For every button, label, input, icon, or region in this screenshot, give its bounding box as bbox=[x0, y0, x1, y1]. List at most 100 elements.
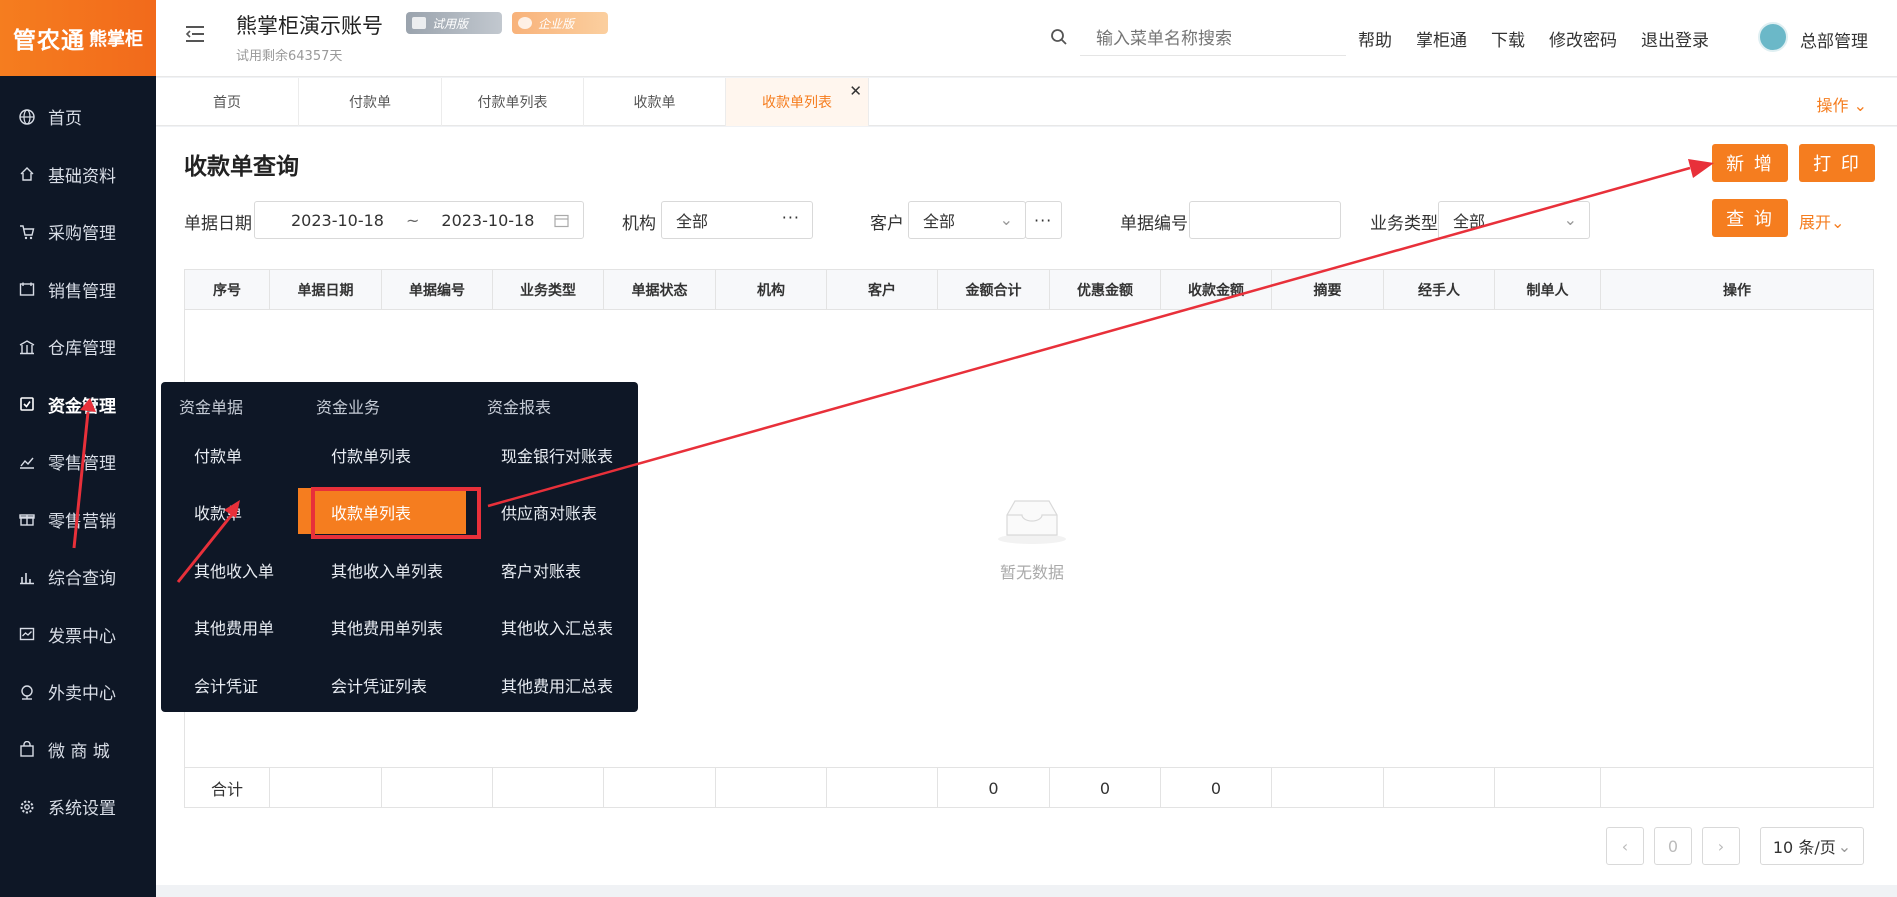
page-number[interactable]: 0 bbox=[1654, 827, 1692, 865]
table-header-cell[interactable]: 摘要 bbox=[1272, 270, 1384, 310]
menu-toggle-icon[interactable] bbox=[184, 24, 206, 44]
table-header-cell[interactable]: 收款金额 bbox=[1161, 270, 1272, 310]
customer-more-button[interactable]: ··· bbox=[1025, 201, 1062, 239]
table-header-cell[interactable]: 客户 bbox=[827, 270, 938, 310]
sidebar-item-marketing[interactable]: 零售营销 bbox=[0, 491, 156, 549]
menu-item-cash-bank-statement[interactable]: 现金银行对账表 bbox=[501, 443, 613, 467]
page-size-select[interactable]: 10 条/页 ⌄ bbox=[1760, 827, 1864, 865]
menu-item-receipt[interactable]: 收款单 bbox=[194, 500, 242, 524]
sidebar-item-settings[interactable]: 系统设置 bbox=[0, 778, 156, 836]
tab-operations[interactable]: 操作 ⌄ bbox=[1816, 92, 1867, 116]
sidebar-item-home[interactable]: 首页 bbox=[0, 88, 156, 146]
org-select[interactable]: 全部 ··· bbox=[661, 201, 813, 239]
enterprise-badge-label: 企业版 bbox=[538, 16, 575, 31]
menu-item-other-expense-summary[interactable]: 其他费用汇总表 bbox=[501, 673, 613, 697]
globe-icon bbox=[18, 108, 36, 126]
table-header-cell[interactable]: 经手人 bbox=[1384, 270, 1495, 310]
sidebar-item-sales[interactable]: 销售管理 bbox=[0, 261, 156, 319]
sidebar-item-basic-data[interactable]: 基础资料 bbox=[0, 146, 156, 204]
table-header-cell[interactable]: 单据状态 bbox=[604, 270, 716, 310]
menu-item-other-income-list[interactable]: 其他收入单列表 bbox=[331, 558, 443, 582]
top-header: 熊掌柜演示账号 试用版 企业版 试用剩余64357天 帮助 掌柜通 下载 修改密… bbox=[156, 0, 1897, 77]
account-name: 熊掌柜演示账号 bbox=[236, 14, 383, 38]
date-from[interactable]: 2023-10-18 bbox=[291, 211, 384, 230]
date-range-picker[interactable]: 2023-10-18 ~ 2023-10-18 bbox=[254, 201, 584, 239]
menu-item-receipt-list[interactable]: 收款单列表 bbox=[331, 500, 411, 524]
doc-no-input[interactable] bbox=[1189, 201, 1341, 239]
user-name[interactable]: 总部管理 bbox=[1800, 27, 1868, 52]
close-icon[interactable]: ✕ bbox=[849, 82, 862, 100]
sidebar-item-label: 微 商 城 bbox=[48, 741, 110, 762]
menu-item-customer-statement[interactable]: 客户对账表 bbox=[501, 558, 581, 582]
table-header-cell[interactable]: 制单人 bbox=[1495, 270, 1601, 310]
help-link[interactable]: 帮助 bbox=[1358, 26, 1392, 51]
change-password-link[interactable]: 修改密码 bbox=[1549, 26, 1617, 51]
logo[interactable]: 管农通 熊掌柜 bbox=[0, 0, 156, 76]
sidebar-item-delivery[interactable]: 外卖中心 bbox=[0, 663, 156, 721]
menu-item-other-expense[interactable]: 其他费用单 bbox=[194, 615, 274, 639]
sidebar-item-purchase[interactable]: 采购管理 bbox=[0, 203, 156, 261]
date-to[interactable]: 2023-10-18 bbox=[441, 211, 534, 230]
gear-icon bbox=[18, 798, 36, 816]
tab-receipt-list[interactable]: 收款单列表 ✕ bbox=[726, 78, 869, 126]
download-link[interactable]: 下载 bbox=[1491, 26, 1525, 51]
chevron-down-icon: ⌄ bbox=[999, 210, 1013, 229]
menu-item-payment-list[interactable]: 付款单列表 bbox=[331, 443, 411, 467]
more-icon[interactable]: ··· bbox=[782, 208, 800, 227]
page-size-value: 10 条/页 bbox=[1772, 838, 1836, 857]
menu-search bbox=[1080, 22, 1346, 56]
table-header-cell[interactable]: 单据编号 bbox=[382, 270, 493, 310]
table-header-cell[interactable]: 优惠金额 bbox=[1050, 270, 1161, 310]
biz-type-select[interactable]: 全部 ⌄ bbox=[1438, 201, 1590, 239]
table-header-cell[interactable]: 业务类型 bbox=[493, 270, 604, 310]
menu-search-input[interactable] bbox=[1096, 28, 1326, 49]
sidebar-item-label: 销售管理 bbox=[48, 281, 116, 302]
zhanggui-link[interactable]: 掌柜通 bbox=[1416, 26, 1467, 51]
menu-item-other-expense-list[interactable]: 其他费用单列表 bbox=[331, 615, 443, 639]
expand-toggle[interactable]: 展开⌄ bbox=[1799, 209, 1844, 233]
logout-link[interactable]: 退出登录 bbox=[1641, 26, 1709, 51]
footer-cell bbox=[1272, 768, 1384, 808]
table-header-cell[interactable]: 单据日期 bbox=[270, 270, 382, 310]
footer-cell bbox=[382, 768, 493, 808]
enterprise-badge: 企业版 bbox=[512, 12, 608, 34]
chevron-down-icon: ⌄ bbox=[1831, 213, 1845, 232]
header-links: 帮助 掌柜通 下载 修改密码 退出登录 bbox=[1358, 26, 1733, 51]
footer-cell: 0 bbox=[938, 768, 1050, 808]
add-button[interactable]: 新 增 bbox=[1712, 144, 1788, 182]
avatar[interactable] bbox=[1758, 22, 1788, 52]
footer-cell bbox=[1384, 768, 1495, 808]
next-page-button[interactable]: › bbox=[1702, 827, 1740, 865]
expand-label: 展开 bbox=[1799, 213, 1832, 232]
prev-page-button[interactable]: ‹ bbox=[1606, 827, 1644, 865]
search-icon[interactable] bbox=[1050, 28, 1068, 46]
print-button[interactable]: 打 印 bbox=[1799, 144, 1875, 182]
sidebar-item-label: 发票中心 bbox=[48, 626, 116, 647]
table-header-cell[interactable]: 序号 bbox=[185, 270, 270, 310]
sidebar-item-label: 资金管理 bbox=[48, 396, 116, 417]
sidebar-item-warehouse[interactable]: 仓库管理 bbox=[0, 318, 156, 376]
sidebar-item-query[interactable]: 综合查询 bbox=[0, 548, 156, 606]
tab-label: 首页 bbox=[213, 95, 241, 111]
query-button[interactable]: 查 询 bbox=[1712, 199, 1788, 237]
menu-item-voucher[interactable]: 会计凭证 bbox=[194, 673, 258, 697]
menu-item-voucher-list[interactable]: 会计凭证列表 bbox=[331, 673, 427, 697]
sidebar-item-retail[interactable]: 零售管理 bbox=[0, 433, 156, 491]
sidebar-item-mall[interactable]: 微 商 城 bbox=[0, 721, 156, 779]
sidebar-item-invoice[interactable]: 发票中心 bbox=[0, 606, 156, 664]
sidebar-item-finance[interactable]: 资金管理 bbox=[0, 376, 156, 434]
menu-item-other-income-summary[interactable]: 其他收入汇总表 bbox=[501, 615, 613, 639]
tab-receipt[interactable]: 收款单 bbox=[584, 78, 726, 126]
tab-payment-list[interactable]: 付款单列表 bbox=[442, 78, 584, 126]
table-header-cell[interactable]: 金额合计 bbox=[938, 270, 1050, 310]
table-header-cell[interactable]: 操作 bbox=[1601, 270, 1873, 310]
tab-payment[interactable]: 付款单 bbox=[299, 78, 442, 126]
customer-select[interactable]: 全部 ⌄ bbox=[908, 201, 1026, 239]
menu-item-supplier-statement[interactable]: 供应商对账表 bbox=[501, 500, 597, 524]
menu-item-payment[interactable]: 付款单 bbox=[194, 443, 242, 467]
sales-icon bbox=[18, 280, 36, 298]
cart-icon bbox=[18, 223, 36, 241]
tab-home[interactable]: 首页 bbox=[156, 78, 299, 126]
table-header-cell[interactable]: 机构 bbox=[716, 270, 827, 310]
menu-item-other-income[interactable]: 其他收入单 bbox=[194, 558, 274, 582]
